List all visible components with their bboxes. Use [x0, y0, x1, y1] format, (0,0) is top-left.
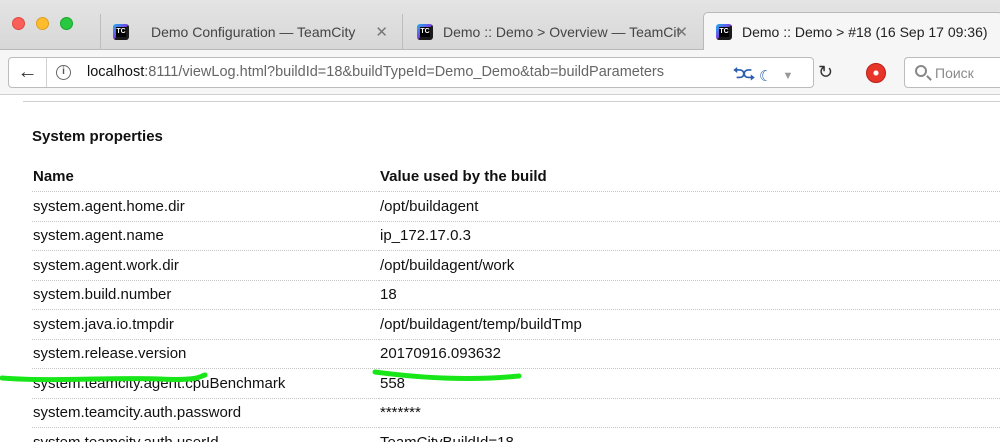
close-tab-icon[interactable]: ✕	[675, 23, 688, 41]
column-header-name: Name	[32, 162, 379, 192]
table-row: system.teamcity.auth.userId TeamCityBuil…	[32, 427, 1000, 442]
table-row: system.java.io.tmpdir /opt/buildagent/te…	[32, 309, 1000, 340]
url-bar[interactable]: ← i localhost:8111/viewLog.html?buildId=…	[8, 57, 814, 88]
search-icon	[915, 65, 927, 77]
teamcity-icon	[417, 24, 433, 40]
property-name: system.teamcity.auth.password	[32, 398, 379, 428]
property-value: /opt/buildagent/temp/buildTmp	[379, 309, 1000, 340]
table-row: system.teamcity.auth.password *******	[32, 398, 1000, 428]
table-row: system.agent.work.dir /opt/buildagent/wo…	[32, 250, 1000, 281]
property-name: system.teamcity.agent.cpuBenchmark	[32, 368, 379, 399]
red-extension-icon[interactable]	[866, 63, 886, 83]
property-value: 18	[379, 280, 1000, 310]
section-title: System properties	[32, 128, 163, 145]
property-value: 20170916.093632	[379, 339, 1000, 369]
column-header-value: Value used by the build	[379, 162, 1000, 192]
close-window-button[interactable]	[12, 17, 25, 30]
property-value: ip_172.17.0.3	[379, 221, 1000, 251]
search-input[interactable]: Поиск	[904, 57, 1000, 88]
chevron-down-icon[interactable]: ▼	[782, 70, 793, 82]
table-header-row: Name Value used by the build	[32, 162, 1000, 192]
property-value: 558	[379, 368, 1000, 399]
property-name: system.build.number	[32, 280, 379, 310]
property-name: system.java.io.tmpdir	[32, 309, 379, 340]
divider	[23, 101, 1000, 102]
minimize-window-button[interactable]	[36, 17, 49, 30]
fullscreen-window-button[interactable]	[60, 17, 73, 30]
tab-title: Demo Configuration — TeamCity	[151, 24, 356, 40]
tab-demo-overview[interactable]: Demo :: Demo > Overview — TeamCity ✕	[402, 14, 702, 50]
system-properties-table: Name Value used by the build system.agen…	[32, 162, 1000, 442]
browser-titlebar: Demo Configuration — TeamCity ✕ Demo :: …	[0, 0, 1000, 51]
property-name: system.agent.work.dir	[32, 250, 379, 281]
tab-title: Demo :: Demo > #18 (16 Sep 17 09:36)	[742, 24, 988, 40]
url-text[interactable]: localhost:8111/viewLog.html?buildId=18&b…	[87, 64, 664, 80]
property-value: TeamCityBuildId=18	[379, 427, 1000, 442]
browser-toolbar: ← i localhost:8111/viewLog.html?buildId=…	[0, 50, 1000, 95]
page-content: System properties Name Value used by the…	[0, 96, 1000, 442]
search-placeholder: Поиск	[935, 65, 974, 81]
property-name: system.agent.name	[32, 221, 379, 251]
table-row: system.build.number 18	[32, 280, 1000, 310]
info-icon[interactable]: i	[56, 65, 71, 80]
table-row-release-version: system.release.version 20170916.093632	[32, 339, 1000, 369]
tab-demo-build-18[interactable]: Demo :: Demo > #18 (16 Sep 17 09:36) ✕	[703, 12, 1000, 51]
table-row: system.agent.name ip_172.17.0.3	[32, 221, 1000, 251]
teamcity-icon	[716, 24, 732, 40]
property-value: /opt/buildagent	[379, 191, 1000, 222]
url-host: localhost	[87, 64, 145, 80]
close-tab-icon[interactable]: ✕	[375, 23, 388, 41]
back-arrow-icon[interactable]: ←	[9, 58, 47, 87]
table-row: system.teamcity.agent.cpuBenchmark 558	[32, 368, 1000, 399]
property-value: /opt/buildagent/work	[379, 250, 1000, 281]
property-value: *******	[379, 398, 1000, 428]
jetbrains-extension-icon[interactable]: ⮌⮎	[733, 63, 755, 88]
reload-icon[interactable]: ↻	[818, 62, 833, 83]
tab-title: Demo :: Demo > Overview — TeamCity	[443, 24, 679, 40]
teamcity-icon	[113, 24, 129, 40]
tab-demo-configuration[interactable]: Demo Configuration — TeamCity ✕	[100, 14, 402, 50]
table-row: system.agent.home.dir /opt/buildagent	[32, 191, 1000, 222]
property-name: system.release.version	[32, 339, 379, 369]
property-name: system.teamcity.auth.userId	[32, 427, 379, 442]
property-name: system.agent.home.dir	[32, 191, 379, 222]
url-path: :8111/viewLog.html?buildId=18&buildTypeI…	[144, 64, 665, 80]
crescent-extension-icon[interactable]: ☾	[759, 67, 772, 85]
